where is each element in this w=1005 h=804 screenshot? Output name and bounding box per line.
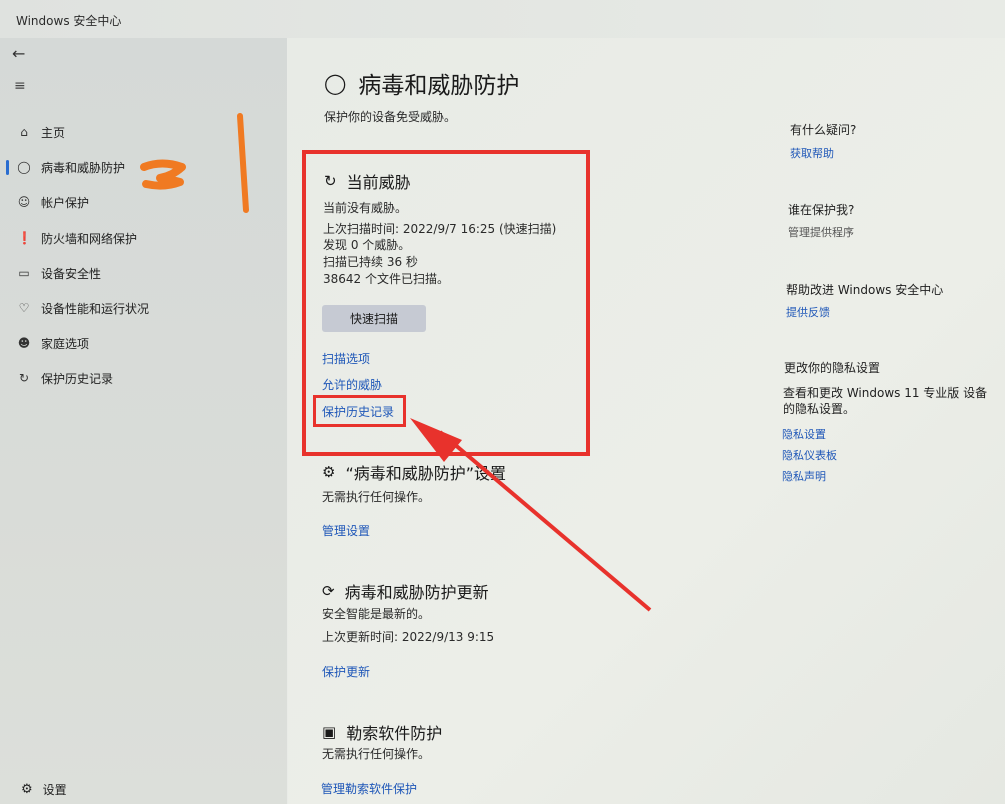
page-title-text: 病毒和威胁防护 xyxy=(358,73,520,99)
sidebar-item-label: 主页 xyxy=(41,125,66,140)
ransomware-icon: ▣ xyxy=(322,723,337,741)
laptop-icon: ▭ xyxy=(18,266,30,280)
sidebar-item-device-performance[interactable]: ♡ 设备性能和运行状况 xyxy=(0,292,285,324)
sidebar-item-label: 帐户保护 xyxy=(41,195,90,210)
history-link-highlight-box xyxy=(313,395,406,427)
help-question: 有什么疑问? xyxy=(790,123,857,137)
sidebar-item-label: 病毒和威胁防护 xyxy=(41,160,126,175)
home-icon: ⌂ xyxy=(20,125,28,139)
gear-icon: ⚙ xyxy=(21,781,33,797)
last-update-time: 上次更新时间: 2022/9/13 9:15 xyxy=(322,630,495,644)
privacy-dashboard-link[interactable]: 隐私仪表板 xyxy=(782,447,837,463)
sidebar-item-label: 防火墙和网络保护 xyxy=(41,231,138,246)
sidebar-item-family-options[interactable]: ☻ 家庭选项 xyxy=(0,327,285,359)
page-subtitle: 保护你的设备免受威胁。 xyxy=(324,110,457,124)
gears-icon: ⚙ xyxy=(322,463,336,481)
get-help-link[interactable]: 获取帮助 xyxy=(790,145,834,161)
sidebar-item-firewall[interactable]: ❗ 防火墙和网络保护 xyxy=(0,222,285,254)
settings-status: 无需执行任何操作。 xyxy=(322,490,431,504)
ransomware-title: ▣ 勒索软件防护 xyxy=(322,720,442,744)
sidebar-item-label: 家庭选项 xyxy=(41,336,90,351)
shield-icon: ◯ xyxy=(17,160,31,174)
heart-icon: ♡ xyxy=(18,301,30,315)
sidebar-item-home[interactable]: ⌂ 主页 xyxy=(0,116,285,148)
hamburger-icon[interactable]: ≡ xyxy=(14,78,26,94)
title-bar: Windows 安全中心 xyxy=(0,0,1005,38)
sidebar-item-label: 设备安全性 xyxy=(41,266,102,281)
window-title: Windows 安全中心 xyxy=(16,14,122,28)
sidebar-item-virus-protection[interactable]: ◯ 病毒和威胁防护 xyxy=(0,151,285,183)
manage-settings-link[interactable]: 管理设置 xyxy=(322,522,370,539)
protection-updates-link[interactable]: 保护更新 xyxy=(322,663,370,680)
manage-providers-link[interactable]: 管理提供程序 xyxy=(788,224,854,240)
history-icon: ↻ xyxy=(18,371,30,385)
page-title: ◯ 病毒和威胁防护 xyxy=(324,66,519,100)
updates-status: 安全智能是最新的。 xyxy=(322,607,431,621)
protection-updates-title-text: 病毒和威胁防护更新 xyxy=(344,583,489,602)
protection-updates-title: ⟳ 病毒和威胁防护更新 xyxy=(322,579,489,603)
who-protects-question: 谁在保护我? xyxy=(788,203,855,217)
privacy-settings-link[interactable]: 隐私设置 xyxy=(782,426,826,442)
privacy-description: 查看和更改 Windows 11 专业版 设备的隐私设置。 xyxy=(783,386,988,416)
sidebar-item-label: 设备性能和运行状况 xyxy=(41,301,150,316)
protection-settings-title-text: “病毒和威胁防护”设置 xyxy=(345,464,507,483)
family-icon: ☻ xyxy=(17,336,31,350)
refresh-icon: ⟳ xyxy=(322,582,335,600)
manage-ransomware-link[interactable]: 管理勒索软件保护 xyxy=(321,780,417,797)
privacy-statement-link[interactable]: 隐私声明 xyxy=(782,468,826,484)
ransomware-title-text: 勒索软件防护 xyxy=(346,724,443,743)
sidebar-item-settings[interactable]: ⚙ 设置 xyxy=(0,774,285,804)
privacy-settings-question: 更改你的隐私设置 xyxy=(784,361,881,375)
sidebar-item-protection-history[interactable]: ↻ 保护历史记录 xyxy=(0,362,285,394)
sidebar: ← ≡ ⌂ 主页 ◯ 病毒和威胁防护 ☺ 帐户保护 ❗ 防火墙和网络保护 ▭ 设… xyxy=(0,38,287,804)
feedback-link[interactable]: 提供反馈 xyxy=(786,304,830,320)
sidebar-item-device-security[interactable]: ▭ 设备安全性 xyxy=(0,257,285,289)
sidebar-item-account-protection[interactable]: ☺ 帐户保护 xyxy=(0,186,285,218)
protection-settings-title: ⚙ “病毒和威胁防护”设置 xyxy=(322,460,506,484)
person-icon: ☺ xyxy=(17,195,31,209)
improve-security-center: 帮助改进 Windows 安全中心 xyxy=(786,283,944,297)
ransomware-status: 无需执行任何操作。 xyxy=(322,747,431,761)
shield-icon: ◯ xyxy=(324,71,347,95)
settings-label: 设置 xyxy=(42,782,67,797)
wifi-icon: ❗ xyxy=(17,231,32,245)
sidebar-item-label: 保护历史记录 xyxy=(41,371,114,386)
back-arrow-icon[interactable]: ← xyxy=(12,44,25,63)
